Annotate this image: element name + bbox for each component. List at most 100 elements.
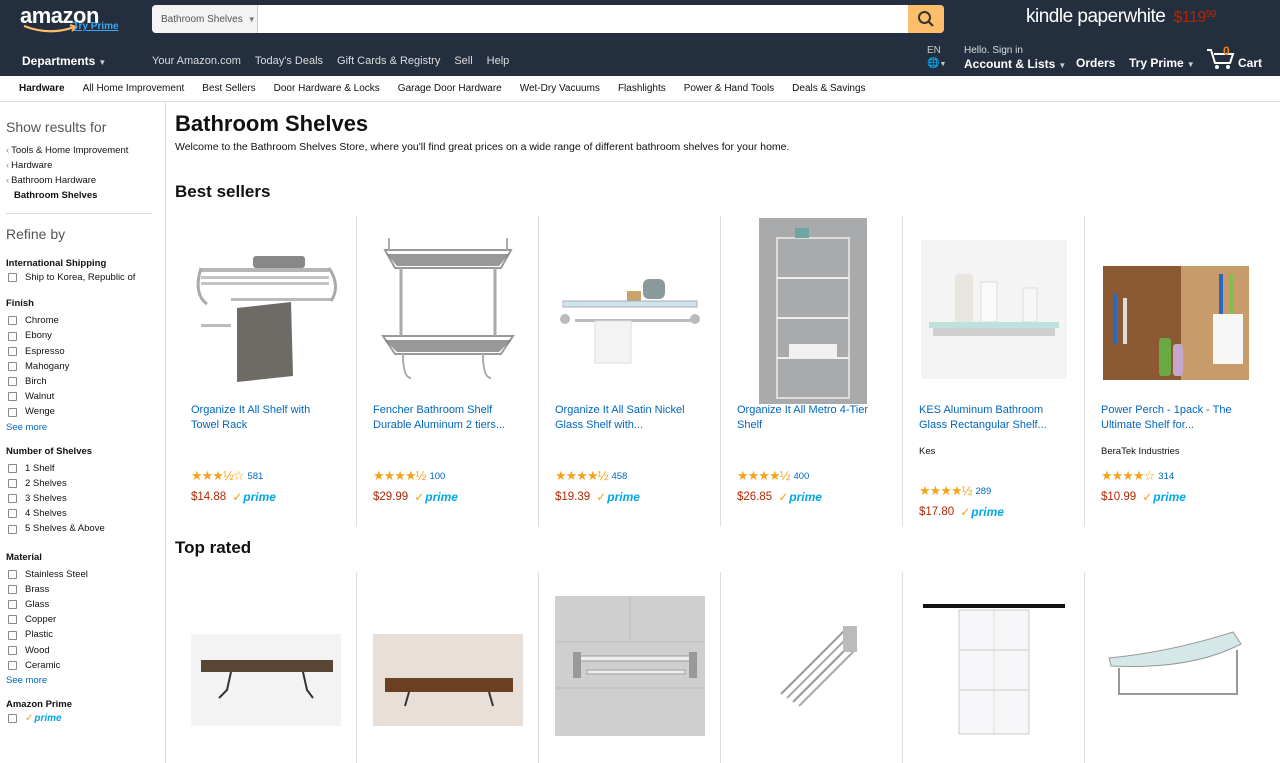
checkbox[interactable]	[8, 494, 17, 504]
product-image-kes-glass-shelf[interactable]	[919, 238, 1069, 381]
product-title-link[interactable]: Organize It All Satin Nickel Glass Shelf …	[555, 403, 700, 433]
language-selector[interactable]: EN 🌐▼	[927, 44, 946, 71]
filter-2-shelves[interactable]: 2 Shelves	[6, 476, 165, 491]
filter-prime[interactable]: ✓prime	[6, 711, 165, 726]
checkbox[interactable]	[8, 714, 17, 724]
checkbox[interactable]	[8, 331, 17, 341]
checkbox[interactable]	[8, 600, 17, 610]
filter-ship-korea[interactable]: Ship to Korea, Republic of	[6, 270, 165, 285]
checkbox[interactable]	[8, 584, 17, 594]
product-image-metro-shelf[interactable]	[737, 218, 887, 404]
amazon-logo[interactable]: amazon Try Prime	[20, 4, 119, 33]
product-image-shower-caddy[interactable]	[919, 600, 1069, 736]
nav-link-gift-cards[interactable]: Gift Cards & Registry	[337, 55, 440, 67]
filter-5-shelves[interactable]: 5 Shelves & Above	[6, 521, 165, 536]
subnav-flashlights[interactable]: Flashlights	[618, 83, 666, 94]
checkbox[interactable]	[8, 361, 17, 371]
checkbox[interactable]	[8, 316, 17, 326]
nav-link-sell[interactable]: Sell	[454, 55, 472, 67]
filter-brass[interactable]: Brass	[6, 582, 165, 597]
filter-espresso[interactable]: Espresso	[6, 344, 165, 359]
product-title-link[interactable]: Fencher Bathroom Shelf Durable Aluminum 2…	[373, 403, 518, 433]
filter-glass[interactable]: Glass	[6, 597, 165, 612]
subnav-door-hardware[interactable]: Door Hardware & Locks	[274, 83, 380, 94]
subnav-best-sellers[interactable]: Best Sellers	[202, 83, 255, 94]
subnav-garage-door-hardware[interactable]: Garage Door Hardware	[398, 83, 502, 94]
product-rating[interactable]: ★★★★½ 400	[737, 469, 809, 483]
subnav-power-hand-tools[interactable]: Power & Hand Tools	[684, 83, 774, 94]
product-image-rustic-wood-shelf[interactable]	[373, 634, 523, 726]
product-image-glass-shelf[interactable]	[555, 271, 705, 371]
product-rating[interactable]: ★★★★☆ 314	[1101, 469, 1174, 483]
checkbox[interactable]	[8, 478, 17, 488]
filter-copper[interactable]: Copper	[6, 612, 165, 627]
product-rating[interactable]: ★★★★½ 289	[919, 484, 991, 498]
checkbox[interactable]	[8, 509, 17, 519]
checkbox[interactable]	[8, 346, 17, 356]
crumb-tools-home[interactable]: ‹ Tools & Home Improvement	[6, 143, 165, 158]
material-see-more-link[interactable]: See more	[6, 675, 165, 686]
checkbox[interactable]	[8, 660, 17, 670]
subnav-all-home-improvement[interactable]: All Home Improvement	[83, 83, 185, 94]
product-card[interactable]	[721, 572, 903, 763]
checkbox[interactable]	[8, 569, 17, 579]
filter-wood[interactable]: Wood	[6, 643, 165, 658]
filter-1-shelf[interactable]: 1 Shelf	[6, 461, 165, 476]
checkbox[interactable]	[8, 463, 17, 473]
filter-ebony[interactable]: Ebony	[6, 328, 165, 343]
filter-4-shelves[interactable]: 4 Shelves	[6, 506, 165, 521]
filter-chrome[interactable]: Chrome	[6, 313, 165, 328]
kindle-promo[interactable]: kindle paperwhite $11999	[1026, 6, 1216, 28]
filter-stainless-steel[interactable]: Stainless Steel	[6, 567, 165, 582]
product-card[interactable]: Power Perch - 1pack - The Ultimate Shelf …	[1085, 216, 1267, 526]
search-button[interactable]	[908, 5, 944, 33]
filter-walnut[interactable]: Walnut	[6, 389, 165, 404]
product-title-link[interactable]: Organize It All Metro 4-Tier Shelf	[737, 403, 882, 433]
checkbox[interactable]	[8, 392, 17, 402]
product-image-wood-floating-shelf[interactable]	[191, 634, 341, 726]
product-card[interactable]	[539, 572, 721, 763]
checkbox[interactable]	[8, 407, 17, 417]
nav-link-your-amazon[interactable]: Your Amazon.com	[152, 55, 241, 67]
product-card[interactable]	[175, 572, 357, 763]
crumb-bathroom-hardware[interactable]: ‹ Bathroom Hardware	[6, 173, 165, 188]
crumb-hardware[interactable]: ‹ Hardware	[6, 158, 165, 173]
filter-mahogany[interactable]: Mahogany	[6, 359, 165, 374]
product-title-link[interactable]: Power Perch - 1pack - The Ultimate Shelf …	[1101, 403, 1246, 433]
cart-button[interactable]: 0 Cart	[1206, 44, 1266, 72]
product-rating[interactable]: ★★★★½ 100	[373, 469, 445, 483]
nav-link-help[interactable]: Help	[487, 55, 510, 67]
filter-3-shelves[interactable]: 3 Shelves	[6, 491, 165, 506]
product-image-corner-glass-shelf[interactable]	[1101, 624, 1251, 708]
subnav-wet-dry-vacuums[interactable]: Wet-Dry Vacuums	[520, 83, 600, 94]
checkbox[interactable]	[8, 645, 17, 655]
product-card[interactable]	[1085, 572, 1267, 763]
product-card[interactable]	[903, 572, 1085, 763]
search-input[interactable]	[258, 5, 908, 33]
product-image-wall-towel-rack[interactable]	[555, 596, 705, 736]
product-title-link[interactable]: KES Aluminum Bathroom Glass Rectangular S…	[919, 403, 1064, 433]
product-card[interactable]	[357, 572, 539, 763]
product-rating[interactable]: ★★★★½ 458	[555, 469, 627, 483]
product-card[interactable]: Fencher Bathroom Shelf Durable Aluminum 2…	[357, 216, 539, 526]
product-image-power-perch[interactable]	[1101, 264, 1251, 382]
search-category-dropdown[interactable]: Bathroom Shelves ▼	[152, 5, 258, 33]
product-image-corner-shelf[interactable]	[373, 228, 523, 398]
checkbox[interactable]	[8, 377, 17, 387]
subnav-hardware[interactable]: Hardware	[19, 83, 65, 94]
product-card[interactable]: Organize It All Shelf with Towel Rack ★★★…	[175, 216, 357, 526]
product-card[interactable]: KES Aluminum Bathroom Glass Rectangular S…	[903, 216, 1085, 526]
subnav-deals-savings[interactable]: Deals & Savings	[792, 83, 865, 94]
checkbox[interactable]	[8, 524, 17, 534]
filter-birch[interactable]: Birch	[6, 374, 165, 389]
try-prime-link[interactable]: Try Prime	[73, 21, 119, 32]
filter-wenge[interactable]: Wenge	[6, 404, 165, 419]
filter-ceramic[interactable]: Ceramic	[6, 658, 165, 673]
filter-plastic[interactable]: Plastic	[6, 627, 165, 642]
try-prime-menu[interactable]: Try Prime ▼	[1129, 56, 1195, 70]
account-menu[interactable]: Hello. Sign in Account & Lists ▼	[964, 45, 1066, 73]
checkbox[interactable]	[8, 615, 17, 625]
product-card[interactable]: Organize It All Satin Nickel Glass Shelf …	[539, 216, 721, 526]
product-image-swing-towel-bar[interactable]	[737, 614, 887, 714]
product-image-towel-rack-shelf[interactable]	[191, 246, 341, 386]
